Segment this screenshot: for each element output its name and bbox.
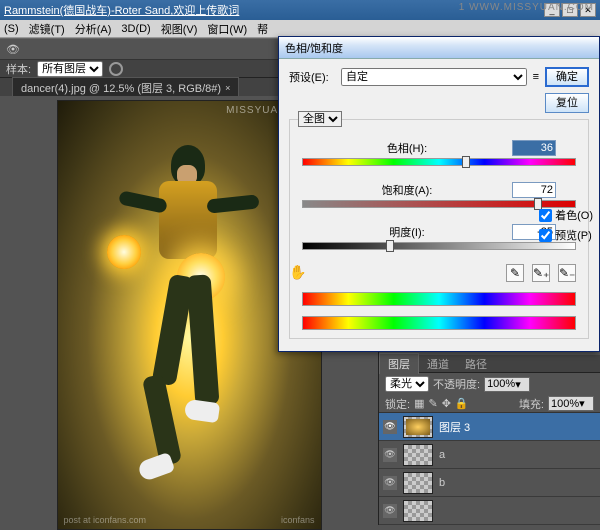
tab-close-icon[interactable]: × — [225, 83, 230, 93]
hand-icon[interactable]: ✋ — [289, 264, 306, 281]
image-credit-2: iconfans — [281, 515, 315, 525]
opacity-value[interactable]: 100%▾ — [484, 377, 530, 392]
menu-select[interactable]: (S) — [4, 23, 19, 35]
preset-select[interactable]: 自定 — [341, 68, 527, 86]
layer-name[interactable]: 图层 3 — [439, 419, 470, 435]
tab-channels[interactable]: 通道 — [419, 354, 457, 374]
tab-paths[interactable]: 路径 — [457, 354, 495, 374]
spectrum-bar-bottom — [302, 316, 576, 330]
visibility-icon[interactable]: 👁 — [383, 420, 397, 434]
ok-button[interactable]: 确定 — [545, 67, 589, 87]
layer-name[interactable]: a — [439, 449, 445, 461]
menu-view[interactable]: 视图(V) — [161, 21, 198, 37]
lock-move-icon[interactable]: ✥ — [442, 397, 451, 410]
saturation-label: 饱和度(A): — [302, 182, 512, 198]
lightness-label: 明度(I): — [302, 224, 512, 240]
visibility-icon[interactable]: 👁 — [383, 448, 397, 462]
tab-label: dancer(4).jpg @ 12.5% (图层 3, RGB/8#) — [21, 80, 221, 96]
saturation-input[interactable] — [512, 182, 556, 198]
menu-filter[interactable]: 滤镜(T) — [29, 21, 65, 37]
watermark-overlay: 1 WWW.MISSYUAN.COM — [459, 2, 594, 13]
layer-row[interactable]: 👁 图层 3 — [379, 413, 600, 441]
eyedropper-icon: 👁 — [6, 43, 20, 56]
saturation-slider[interactable] — [302, 200, 576, 214]
app-title: Rammstein(德国战车)-Roter Sand,欢迎上传歌词 — [4, 2, 239, 18]
tab-layers[interactable]: 图层 — [379, 353, 419, 374]
sample-label: 样本: — [6, 61, 31, 77]
menu-analysis[interactable]: 分析(A) — [75, 21, 112, 37]
hue-label: 色相(H): — [302, 140, 512, 156]
layer-row[interactable]: 👁 b — [379, 469, 600, 497]
fill-label: 填充: — [519, 396, 544, 412]
layer-thumb[interactable] — [403, 472, 433, 494]
colorize-checkbox[interactable]: 着色(O) — [539, 207, 593, 223]
blend-mode-select[interactable]: 柔光 — [385, 376, 429, 392]
dialog-title[interactable]: 色相/饱和度 — [279, 37, 599, 59]
visibility-icon[interactable]: 👁 — [383, 476, 397, 490]
lock-label: 锁定: — [385, 396, 410, 412]
lock-pixels-icon[interactable]: ▦ — [414, 397, 424, 410]
layer-thumb[interactable] — [403, 500, 433, 522]
reset-button[interactable]: 复位 — [545, 93, 589, 113]
hue-slider[interactable] — [302, 158, 576, 172]
document-tab[interactable]: dancer(4).jpg @ 12.5% (图层 3, RGB/8#) × — [12, 77, 239, 98]
channel-select[interactable]: 全图 — [298, 111, 342, 127]
lock-brush-icon[interactable]: ✎ — [428, 397, 437, 410]
image-credit: post at iconfans.com — [64, 515, 147, 525]
preset-label: 预设(E): — [289, 69, 335, 85]
hue-input[interactable] — [512, 140, 556, 156]
visibility-icon[interactable]: 👁 — [383, 504, 397, 518]
lock-all-icon[interactable]: 🔒 — [455, 397, 469, 410]
layer-thumb[interactable] — [403, 444, 433, 466]
eyedropper-subtract-icon[interactable]: ✎₋ — [558, 264, 576, 282]
preview-checkbox[interactable]: 预览(P) — [539, 227, 593, 243]
layer-name[interactable]: b — [439, 477, 445, 489]
eyedropper-add-icon[interactable]: ✎₊ — [532, 264, 550, 282]
eyedropper-icon[interactable]: ✎ — [506, 264, 524, 282]
layer-row[interactable]: 👁 — [379, 497, 600, 525]
lightness-slider[interactable] — [302, 242, 576, 256]
layer-row[interactable]: 👁 a — [379, 441, 600, 469]
preset-menu-icon[interactable]: ≡ — [533, 71, 539, 83]
spectrum-bar-top — [302, 292, 576, 306]
menu-window[interactable]: 窗口(W) — [207, 21, 247, 37]
layer-thumb[interactable] — [403, 416, 433, 438]
menu-help[interactable]: 帮 — [257, 21, 268, 37]
sample-select[interactable]: 所有图层 — [37, 61, 103, 77]
ring-icon[interactable] — [109, 62, 123, 76]
hue-saturation-dialog: 色相/饱和度 预设(E): 自定 ≡ 确定 复位 全图 色相(H): 饱和度(A… — [278, 36, 600, 352]
opacity-label: 不透明度: — [433, 376, 480, 392]
fill-value[interactable]: 100%▾ — [548, 396, 594, 411]
menu-3d[interactable]: 3D(D) — [121, 23, 150, 35]
